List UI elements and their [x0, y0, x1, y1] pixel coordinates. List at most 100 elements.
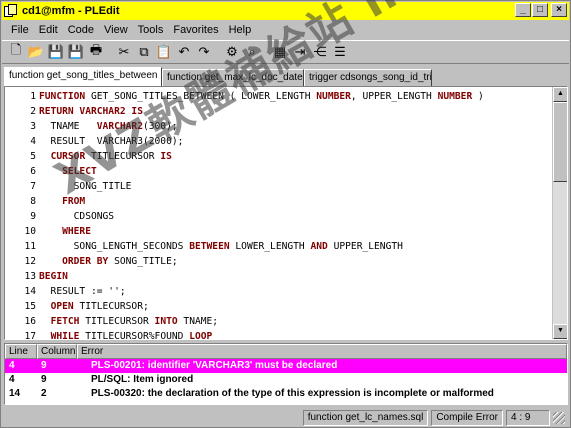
menu-view[interactable]: View — [99, 24, 133, 36]
code-line[interactable]: 7 SONG_TITLE — [5, 179, 553, 194]
code-line[interactable]: 14 RESULT := ''; — [5, 284, 553, 299]
scroll-down-icon[interactable]: ▼ — [553, 324, 567, 339]
code-text[interactable]: FROM — [39, 194, 85, 209]
app-window: cd1@mfm - PLEdit _ □ × File Edit Code Vi… — [0, 0, 571, 428]
code-text[interactable]: ORDER BY SONG_TITLE; — [39, 254, 178, 269]
code-line[interactable]: 4 RESULT VARCHAR3(2000); — [5, 134, 553, 149]
document-tabs: function get_song_titles_between functio… — [4, 67, 568, 86]
line-number: 13 — [24, 271, 36, 282]
code-line[interactable]: 10 WHERE — [5, 224, 553, 239]
minimize-button[interactable]: _ — [515, 3, 531, 17]
menu-favorites[interactable]: Favorites — [168, 24, 223, 36]
save-icon[interactable]: 💾 — [46, 42, 66, 62]
menu-edit[interactable]: Edit — [34, 24, 63, 36]
indent-icon[interactable]: ⇥ — [290, 42, 310, 62]
redo-icon[interactable]: ↷ — [194, 42, 214, 62]
header-column[interactable]: Column — [37, 344, 77, 359]
message-column: 2 — [41, 388, 47, 399]
code-line[interactable]: 8 FROM — [5, 194, 553, 209]
code-text[interactable]: FUNCTION GET_SONG_TITLES_BETWEEN ( LOWER… — [39, 89, 484, 104]
menu-help[interactable]: Help — [224, 24, 257, 36]
header-error[interactable]: Error — [77, 344, 567, 359]
code-line[interactable]: 12 ORDER BY SONG_TITLE; — [5, 254, 553, 269]
code-line[interactable]: 17 WHILE TITLECURSOR%FOUND LOOP — [5, 329, 553, 340]
code-text[interactable]: WHILE TITLECURSOR%FOUND LOOP — [39, 329, 213, 339]
header-line[interactable]: Line — [5, 344, 37, 359]
tree-icon[interactable]: ⋲ — [310, 42, 330, 62]
code-line[interactable]: 5 CURSOR TITLECURSOR IS — [5, 149, 553, 164]
vertical-scrollbar[interactable]: ▲ ▼ — [552, 87, 567, 339]
code-line[interactable]: 15 OPEN TITLECURSOR; — [5, 299, 553, 314]
close-button[interactable]: × — [551, 3, 567, 17]
messages-list: 4 9 PLS-00201: identifier 'VARCHAR3' must … — [5, 359, 567, 401]
scroll-up-icon[interactable]: ▲ — [553, 87, 567, 102]
resize-grip-icon[interactable] — [553, 411, 565, 424]
code-line[interactable]: 16 FETCH TITLECURSOR INTO TNAME; — [5, 314, 553, 329]
line-number: 14 — [24, 286, 36, 297]
code-line[interactable]: 2 RETURN VARCHAR2 IS — [5, 104, 553, 119]
code-text[interactable]: RESULT VARCHAR3(2000); — [39, 134, 184, 149]
code-line[interactable]: 9 CDSONGS — [5, 209, 553, 224]
new-file-icon[interactable]: 🗋 — [6, 42, 26, 62]
window-controls: _ □ × — [514, 3, 567, 17]
message-row[interactable]: 14 2 PLS-00320: the declaration of the typ… — [5, 387, 567, 401]
tab-get-song-titles-between[interactable]: function get_song_titles_between — [4, 67, 162, 86]
maximize-button[interactable]: □ — [532, 3, 548, 17]
message-column: 9 — [41, 374, 47, 385]
properties-icon[interactable]: ☰ — [330, 42, 350, 62]
app-icon — [4, 4, 18, 18]
menu-bar: File Edit Code View Tools Favorites Help — [2, 21, 569, 39]
menu-tools[interactable]: Tools — [133, 24, 169, 36]
code-text[interactable]: CDSONGS — [39, 209, 114, 224]
code-text[interactable]: TNAME VARCHAR2(300); — [39, 119, 178, 134]
line-number: 17 — [24, 331, 36, 340]
status-bar: function get_lc_names.sql Compile Error … — [2, 408, 569, 427]
message-row[interactable]: 4 9 PLS-00201: identifier 'VARCHAR3' must … — [5, 359, 567, 373]
paste-icon[interactable]: 📋 — [154, 42, 174, 62]
line-number: 15 — [24, 301, 36, 312]
code-editor[interactable]: 1 FUNCTION GET_SONG_TITLES_BETWEEN ( LOWE… — [4, 86, 568, 340]
status-file: function get_lc_names.sql — [302, 409, 429, 426]
code-line[interactable]: 13 BEGIN — [5, 269, 553, 284]
line-number: 12 — [24, 256, 36, 267]
code-text[interactable]: SONG_TITLE — [39, 179, 132, 194]
find-icon[interactable]: ⌕ — [242, 42, 262, 62]
code-text[interactable]: FETCH TITLECURSOR INTO TNAME; — [39, 314, 219, 329]
messages-header: Line Column Error — [5, 344, 567, 359]
compile-messages: Line Column Error 4 9 PLS-00201: identifie… — [4, 343, 568, 405]
compile-icon[interactable]: ⚙ — [222, 42, 242, 62]
title-bar[interactable]: cd1@mfm - PLEdit _ □ × — [2, 2, 569, 20]
code-line[interactable]: 3 TNAME VARCHAR2(300); — [5, 119, 553, 134]
code-text[interactable]: SONG_LENGTH_SECONDS BETWEEN LOWER_LENGTH… — [39, 239, 403, 254]
message-row[interactable]: 4 9 PL/SQL: Item ignored — [5, 373, 567, 387]
code-text[interactable]: CURSOR TITLECURSOR IS — [39, 149, 172, 164]
code-line[interactable]: 1 FUNCTION GET_SONG_TITLES_BETWEEN ( LOWE… — [5, 89, 553, 104]
code-line[interactable]: 6 SELECT — [5, 164, 553, 179]
open-folder-icon[interactable]: 📂 — [26, 42, 46, 62]
code-area[interactable]: 1 FUNCTION GET_SONG_TITLES_BETWEEN ( LOWE… — [5, 89, 553, 339]
save-all-icon[interactable]: 💾 — [66, 42, 86, 62]
undo-icon[interactable]: ↶ — [174, 42, 194, 62]
scroll-thumb[interactable] — [553, 102, 567, 182]
code-line[interactable]: 11 SONG_LENGTH_SECONDS BETWEEN LOWER_LEN… — [5, 239, 553, 254]
tab-cdsongs-song-id-trig[interactable]: trigger cdsongs_song_id_trig — [304, 69, 432, 86]
code-text[interactable]: WHERE — [39, 224, 91, 239]
copy-icon[interactable]: ⧉ — [134, 42, 154, 62]
toolbar: 🗋 📂 💾 💾 🖶 ✂ ⧉ 📋 ↶ ↷ ⚙ ⌕ ▦ ⇥ ⋲ ☰ — [2, 40, 569, 64]
status-position: 4 : 9 — [506, 409, 550, 426]
database-icon[interactable]: ▦ — [270, 42, 290, 62]
code-text[interactable]: SELECT — [39, 164, 97, 179]
menu-code[interactable]: Code — [63, 24, 99, 36]
code-text[interactable]: OPEN TITLECURSOR; — [39, 299, 149, 314]
print-icon[interactable]: 🖶 — [86, 42, 106, 62]
cut-icon[interactable]: ✂ — [114, 42, 134, 62]
code-text[interactable]: RESULT := ''; — [39, 284, 126, 299]
status-state: Compile Error — [431, 409, 503, 426]
code-text[interactable]: BEGIN — [39, 269, 68, 284]
line-number: 8 — [30, 196, 36, 207]
message-column: 9 — [41, 360, 47, 371]
menu-file[interactable]: File — [6, 24, 34, 36]
line-number: 4 — [30, 136, 36, 147]
tab-get-max-lc-doc-date[interactable]: function get_max_lc_doc_date — [162, 69, 304, 86]
code-text[interactable]: RETURN VARCHAR2 IS — [39, 104, 143, 119]
